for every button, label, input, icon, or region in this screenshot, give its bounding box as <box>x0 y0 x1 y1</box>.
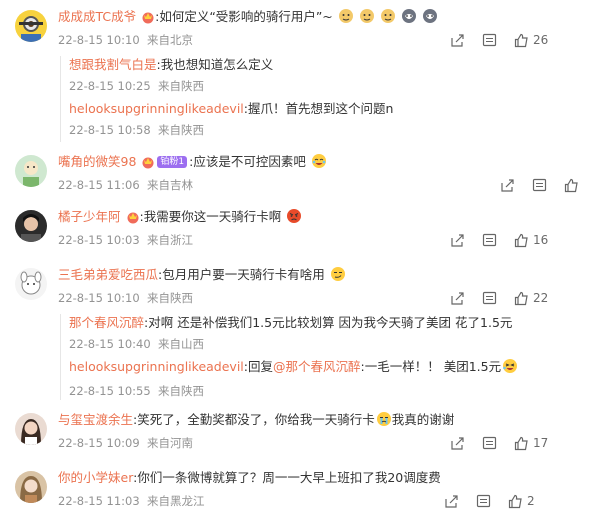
comment-text: 嘴角的微笑98 铂粉1:应该是不可控因素吧 <box>58 153 327 174</box>
reply-button[interactable] <box>482 231 497 249</box>
husky-icon <box>422 8 438 29</box>
thumbs-up-icon <box>514 33 528 47</box>
reply-list: 想跟我割气白是:我也想知道怎么定义 22-8-15 10:25 来自陕西 hel… <box>60 56 589 142</box>
reply-button[interactable] <box>482 434 497 452</box>
avatar[interactable] <box>15 210 47 242</box>
thumbs-up-icon <box>514 436 528 450</box>
like-count: 26 <box>533 33 549 47</box>
doge-icon <box>380 8 396 29</box>
thumbs-up-icon <box>564 178 578 192</box>
crown-badge-icon <box>126 210 140 229</box>
fan-badge: 铂粉1 <box>157 156 188 168</box>
share-icon <box>451 33 464 47</box>
username[interactable]: 想跟我割气白是 <box>69 57 157 72</box>
like-count: 16 <box>533 233 549 247</box>
mention-link[interactable]: @那个春风沉醉 <box>273 359 361 374</box>
username[interactable]: 那个春风沉醉 <box>69 315 144 330</box>
comment-icon <box>482 33 497 46</box>
share-button[interactable] <box>450 289 465 307</box>
like-count: 22 <box>533 291 549 305</box>
avatar[interactable] <box>15 413 47 445</box>
like-button[interactable]: 22 <box>514 289 548 307</box>
share-icon <box>451 233 464 247</box>
comment-actions <box>500 176 580 194</box>
username[interactable]: 嘴角的微笑98 <box>58 154 136 169</box>
reply-list: 那个春风沉醉:对啊 还是补偿我们1.5元比较划算 因为我今天骑了美团 花了1.5… <box>60 314 589 400</box>
share-button[interactable] <box>500 176 515 194</box>
username[interactable]: 成成成TC成爷 <box>58 9 136 24</box>
crying-icon <box>376 411 392 432</box>
reply-item: 那个春风沉醉:对啊 还是补偿我们1.5元比较划算 因为我今天骑了美团 花了1.5… <box>69 315 513 351</box>
reply-button[interactable] <box>476 492 491 510</box>
crying-laughing-icon <box>311 153 327 174</box>
crown-badge-icon <box>141 10 155 29</box>
comment-actions: 26 <box>450 31 580 49</box>
username[interactable]: 你的小学妹er <box>58 470 133 485</box>
angry-icon <box>286 208 302 229</box>
crown-badge-icon <box>141 155 155 174</box>
like-button[interactable]: 17 <box>514 434 548 452</box>
like-button[interactable]: 26 <box>514 31 548 49</box>
username[interactable]: helooksupgrinninglikeadevil <box>69 359 244 374</box>
smirk-icon <box>330 266 346 287</box>
share-icon <box>445 494 458 508</box>
thumbs-up-icon <box>514 291 528 305</box>
comment-actions: 16 <box>450 231 580 249</box>
reply-button[interactable] <box>482 31 497 49</box>
laughing-icon <box>502 358 518 379</box>
like-count: 17 <box>533 436 549 450</box>
comment-meta: 22-8-15 10:10 来自陕西 <box>58 291 193 305</box>
avatar[interactable] <box>15 268 47 300</box>
comment-meta: 22-8-15 11:06 来自吉林 <box>58 178 193 192</box>
reply-item: helooksupgrinninglikeadevil:回复@那个春风沉醉:一毛… <box>69 358 518 399</box>
avatar[interactable] <box>15 471 47 503</box>
share-icon <box>501 178 514 192</box>
share-button[interactable] <box>450 31 465 49</box>
comment-icon <box>482 291 497 304</box>
share-icon <box>451 291 464 305</box>
comment-meta: 22-8-15 10:03 来自浙江 <box>58 233 193 247</box>
avatar[interactable] <box>15 155 47 187</box>
share-button[interactable] <box>450 231 465 249</box>
username[interactable]: 与玺宝渡余生 <box>58 412 133 427</box>
comment-meta: 22-8-15 11:03 来自黑龙江 <box>58 494 205 508</box>
share-icon <box>451 436 464 450</box>
comment-meta: 22-8-15 10:09 来自河南 <box>58 436 193 450</box>
comment-icon <box>482 436 497 449</box>
comment-text: 橘子少年阿 :我需要你这一天骑行卡啊 <box>58 208 302 229</box>
reply-button[interactable] <box>532 176 547 194</box>
husky-icon <box>401 8 417 29</box>
comment-text: 你的小学妹er:你们一条微博就算了？周一一大早上班扣了我20调度费 <box>58 470 441 485</box>
username[interactable]: helooksupgrinninglikeadevil <box>69 101 244 116</box>
comment-text: 成成成TC成爷 :如何定义“受影响的骑行用户”~ <box>58 8 438 29</box>
comment-icon <box>476 494 491 507</box>
doge-icon <box>338 8 354 29</box>
comment-meta: 22-8-15 10:10 来自北京 <box>58 33 193 47</box>
comment-text: 三毛弟弟爱吃西瓜:包月用户要一天骑行卡有啥用 <box>58 266 346 287</box>
thumbs-up-icon <box>508 494 522 508</box>
share-button[interactable] <box>450 434 465 452</box>
avatar[interactable] <box>15 10 47 42</box>
username[interactable]: 橘子少年阿 <box>58 209 121 224</box>
like-button[interactable] <box>564 176 579 194</box>
comment-icon <box>532 178 547 191</box>
like-button[interactable]: 16 <box>514 231 548 249</box>
thumbs-up-icon <box>514 233 528 247</box>
comment-actions: 17 <box>450 434 580 452</box>
comment-icon <box>482 233 497 246</box>
comment-actions: 2 <box>444 492 574 510</box>
comment-text: 与玺宝渡余生:笑死了，全勤奖都没了，你给我一天骑行卡 我真的谢谢 <box>58 411 454 432</box>
comment-actions: 22 <box>450 289 580 307</box>
like-button[interactable]: 2 <box>508 492 535 510</box>
username[interactable]: 三毛弟弟爱吃西瓜 <box>58 267 158 282</box>
doge-icon <box>359 8 375 29</box>
reply-button[interactable] <box>482 289 497 307</box>
share-button[interactable] <box>444 492 459 510</box>
like-count: 2 <box>527 494 535 508</box>
reply-item: helooksupgrinninglikeadevil:握爪！首先想到这个问题n… <box>69 101 394 137</box>
reply-item: 想跟我割气白是:我也想知道怎么定义 22-8-15 10:25 来自陕西 <box>69 57 274 93</box>
